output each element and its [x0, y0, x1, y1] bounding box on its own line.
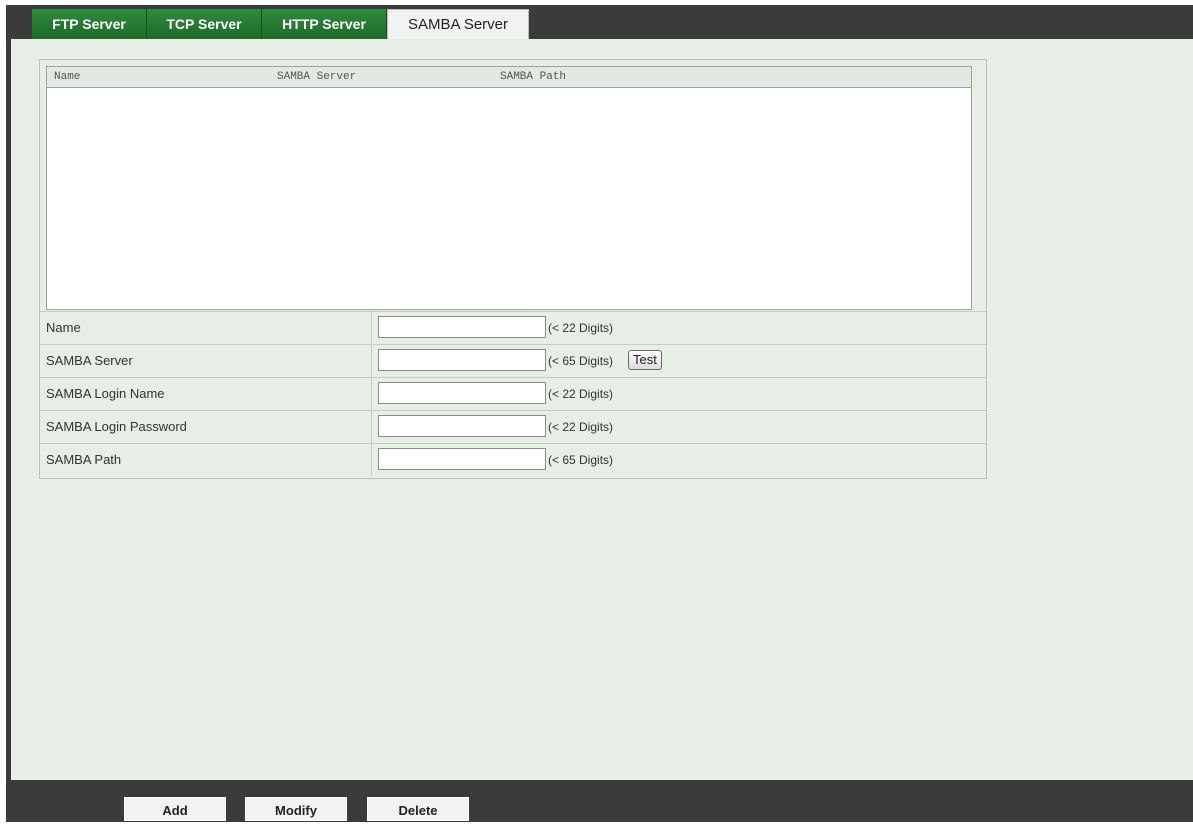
- tab-ftp-server[interactable]: FTP Server: [32, 9, 147, 39]
- samba-server-field-cell: (< 65 Digits) Test: [372, 345, 986, 377]
- tab-samba-server[interactable]: SAMBA Server: [387, 9, 529, 41]
- tab-bar: FTP Server TCP Server HTTP Server SAMBA …: [6, 5, 1193, 41]
- samba-path-label: SAMBA Path: [40, 444, 372, 476]
- form-row-samba-path: SAMBA Path (< 65 Digits): [40, 443, 986, 477]
- samba-path-input[interactable]: [378, 448, 546, 470]
- column-header-samba-path: SAMBA Path: [500, 71, 567, 83]
- login-name-input[interactable]: [378, 382, 546, 404]
- main-content: Name SAMBA Server SAMBA Path Name (< 22 …: [11, 39, 1193, 780]
- tab-http-server[interactable]: HTTP Server: [262, 9, 387, 39]
- list-header: Name SAMBA Server SAMBA Path: [47, 67, 971, 88]
- column-header-name: Name: [54, 71, 81, 83]
- form-row-samba-server: SAMBA Server (< 65 Digits) Test: [40, 344, 986, 378]
- name-label: Name: [40, 312, 372, 344]
- list-body[interactable]: [47, 88, 971, 309]
- delete-button[interactable]: Delete: [367, 797, 469, 821]
- login-password-input[interactable]: [378, 415, 546, 437]
- samba-server-hint: (< 65 Digits): [548, 354, 614, 368]
- samba-path-hint: (< 65 Digits): [548, 453, 614, 467]
- column-header-samba-server: SAMBA Server: [277, 71, 357, 83]
- tab-tcp-server[interactable]: TCP Server: [147, 9, 262, 39]
- login-password-field-cell: (< 22 Digits): [372, 411, 986, 443]
- modify-button[interactable]: Modify: [245, 797, 347, 821]
- login-name-hint: (< 22 Digits): [548, 387, 614, 401]
- form-row-login-name: SAMBA Login Name (< 22 Digits): [40, 377, 986, 411]
- form-row-login-password: SAMBA Login Password (< 22 Digits): [40, 410, 986, 444]
- test-button[interactable]: Test: [628, 350, 662, 370]
- samba-path-field-cell: (< 65 Digits): [372, 444, 986, 476]
- samba-panel: Name SAMBA Server SAMBA Path Name (< 22 …: [39, 59, 987, 479]
- samba-list[interactable]: Name SAMBA Server SAMBA Path: [46, 66, 972, 310]
- app-frame: FTP Server TCP Server HTTP Server SAMBA …: [6, 5, 1193, 822]
- name-hint: (< 22 Digits): [548, 321, 614, 335]
- login-password-hint: (< 22 Digits): [548, 420, 614, 434]
- samba-server-label: SAMBA Server: [40, 345, 372, 377]
- action-bar: Add Modify Delete: [6, 780, 1193, 822]
- name-field-cell: (< 22 Digits): [372, 312, 986, 344]
- login-name-field-cell: (< 22 Digits): [372, 378, 986, 410]
- login-password-label: SAMBA Login Password: [40, 411, 372, 443]
- add-button[interactable]: Add: [124, 797, 226, 821]
- name-input[interactable]: [378, 316, 546, 338]
- samba-server-input[interactable]: [378, 349, 546, 371]
- form-row-name: Name (< 22 Digits): [40, 311, 986, 345]
- login-name-label: SAMBA Login Name: [40, 378, 372, 410]
